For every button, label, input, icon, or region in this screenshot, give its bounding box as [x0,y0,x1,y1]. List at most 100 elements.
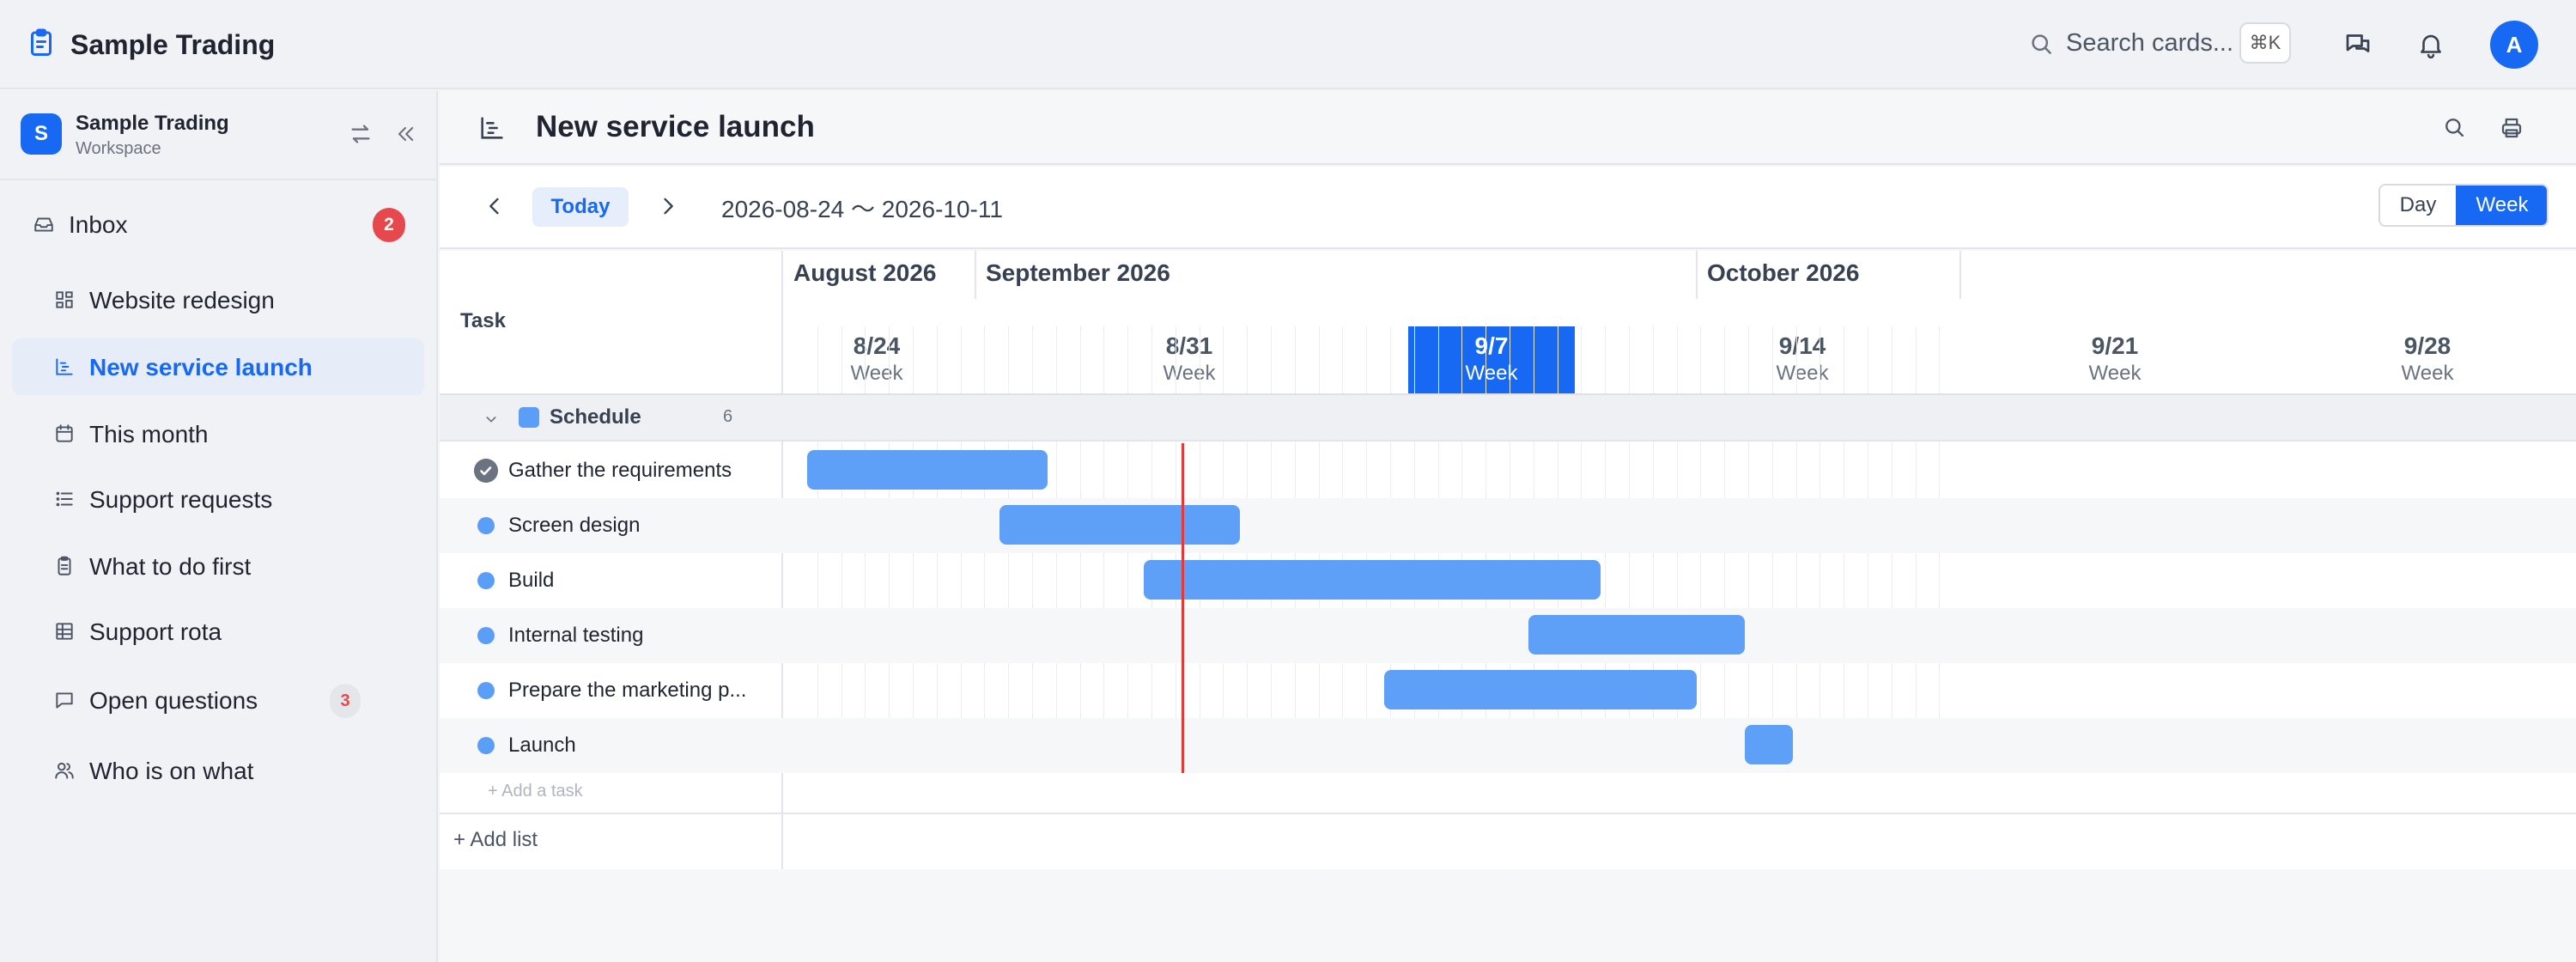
task-name: Launch [508,734,576,757]
clipboard-icon [31,28,52,56]
task-name: Gather the requirements [508,459,732,482]
sidebar-item-label: Support requests [89,486,273,513]
view-day-button[interactable]: Day [2380,186,2456,225]
board-icon [56,291,73,308]
task-bar[interactable] [807,450,1048,490]
month-label: October 2026 [1707,259,1860,286]
page-header: New service launch [440,91,2576,165]
view-week-button[interactable]: Week [2456,186,2547,225]
task-name: Build [508,569,555,592]
sidebar-item-new-service-launch[interactable]: New service launch [12,338,424,395]
task-name: Prepare the marketing p... [508,679,747,702]
people-icon [55,762,74,779]
week-label: Week [850,362,903,385]
week-date: 9/21 [2091,332,2139,359]
group-row-schedule[interactable]: Schedule 6 [440,395,2576,441]
today-marker [1182,443,1184,773]
add-task-button[interactable]: + Add a task [488,782,583,801]
top-bar: Sample Trading Search cards... ⌘K A [0,0,2576,89]
sidebar-item-label: Inbox [69,211,128,238]
workspace-avatar[interactable]: S [21,113,62,155]
week-header[interactable]: 9/14 Week [1719,326,1886,393]
workspace-subtitle: Workspace [76,139,161,158]
task-row[interactable]: Screen design [440,498,2576,553]
sidebar-item-support-rota[interactable]: Support rota [12,603,424,660]
sidebar-item-inbox[interactable]: Inbox 2 [12,196,424,253]
add-list-button[interactable]: + Add list [453,828,538,852]
task-status-dot[interactable] [477,627,495,644]
search-input[interactable]: Search cards... [2066,29,2233,58]
gantt-icon [56,358,73,375]
user-avatar[interactable]: A [2490,21,2538,69]
week-header[interactable]: 9/28 Week [2344,326,2511,393]
workspace-name[interactable]: Sample Trading [76,112,229,136]
task-bar[interactable] [1384,670,1697,709]
sidebar-item-what-to-do-first[interactable]: What to do first [12,538,424,594]
check-circle-icon[interactable] [474,459,498,483]
sidebar-item-label: Support rota [89,618,222,645]
sidebar-item-label: New service launch [89,354,313,381]
month-label: August 2026 [793,259,937,286]
week-date: 8/24 [853,332,901,359]
inbox-count-badge: 2 [373,208,405,242]
sidebar-item-label: Website redesign [89,287,275,314]
week-label: Week [1776,362,1829,385]
switch-workspace-icon[interactable] [347,120,374,148]
search-icon[interactable] [2442,115,2466,139]
task-row[interactable]: Build [440,553,2576,608]
print-icon[interactable] [2499,115,2524,141]
calendar-icon [56,424,73,442]
week-date: 9/28 [2403,332,2451,359]
group-color-swatch [519,407,539,428]
list-icon [56,491,73,507]
date-range: 2026-08-24 〜 2026-10-11 [721,196,1003,222]
sidebar-item-website-redesign[interactable]: Website redesign [12,271,424,328]
week-header-current[interactable]: 9/7 Week [1408,326,1575,393]
task-row[interactable]: Prepare the marketing p... [440,663,2576,718]
task-status-dot[interactable] [477,517,495,534]
week-label: Week [2401,362,2454,385]
messages-icon[interactable] [2342,29,2373,60]
sidebar-divider [0,179,436,180]
bell-icon[interactable] [2416,29,2445,60]
chevron-left-icon[interactable] [483,194,507,218]
sidebar-item-support-requests[interactable]: Support requests [12,471,424,527]
table-icon [56,623,73,640]
today-button[interactable]: Today [532,187,629,227]
sidebar-item-label: Open questions [89,687,258,714]
week-header[interactable]: 8/24 Week [793,326,960,393]
task-bar[interactable] [1144,560,1601,600]
month-separator [1696,251,1698,299]
task-bar[interactable] [1528,615,1745,655]
sidebar-item-who-is-on-what[interactable]: Who is on what [12,742,424,799]
timeline-toolbar: Today 2026-08-24 〜 2026-10-11 Day Week [440,167,2576,249]
task-row[interactable]: Internal testing [440,608,2576,663]
search-icon[interactable] [2028,31,2054,57]
task-status-dot[interactable] [477,682,495,699]
month-separator [1959,251,1961,299]
week-header[interactable]: 9/21 Week [2032,326,2198,393]
chevron-right-icon[interactable] [656,194,680,218]
chevron-down-icon[interactable] [484,412,498,426]
task-status-dot[interactable] [477,572,495,589]
sidebar-item-this-month[interactable]: This month [12,405,424,462]
chat-icon [56,692,73,709]
collapse-sidebar-icon[interactable] [393,122,417,146]
sidebar-item-open-questions[interactable]: Open questions 3 [12,672,424,728]
clipboard-icon [58,556,71,575]
page-title: New service launch [536,110,815,143]
month-separator [975,251,976,299]
gantt-icon [481,117,503,139]
group-name: Schedule [550,405,641,429]
week-date: 9/14 [1778,332,1826,359]
task-name: Internal testing [508,624,644,647]
task-bar[interactable] [1745,725,1793,764]
task-row[interactable]: Gather the requirements [440,443,2576,498]
open-questions-count-badge: 3 [330,684,361,718]
gantt-chart: Task August 2026 September 2026 October … [440,251,2576,869]
task-bar[interactable] [999,505,1240,545]
task-row[interactable]: Launch [440,718,2576,773]
row-divider [440,813,2576,814]
week-label: Week [1465,362,1518,385]
task-status-dot[interactable] [477,737,495,754]
